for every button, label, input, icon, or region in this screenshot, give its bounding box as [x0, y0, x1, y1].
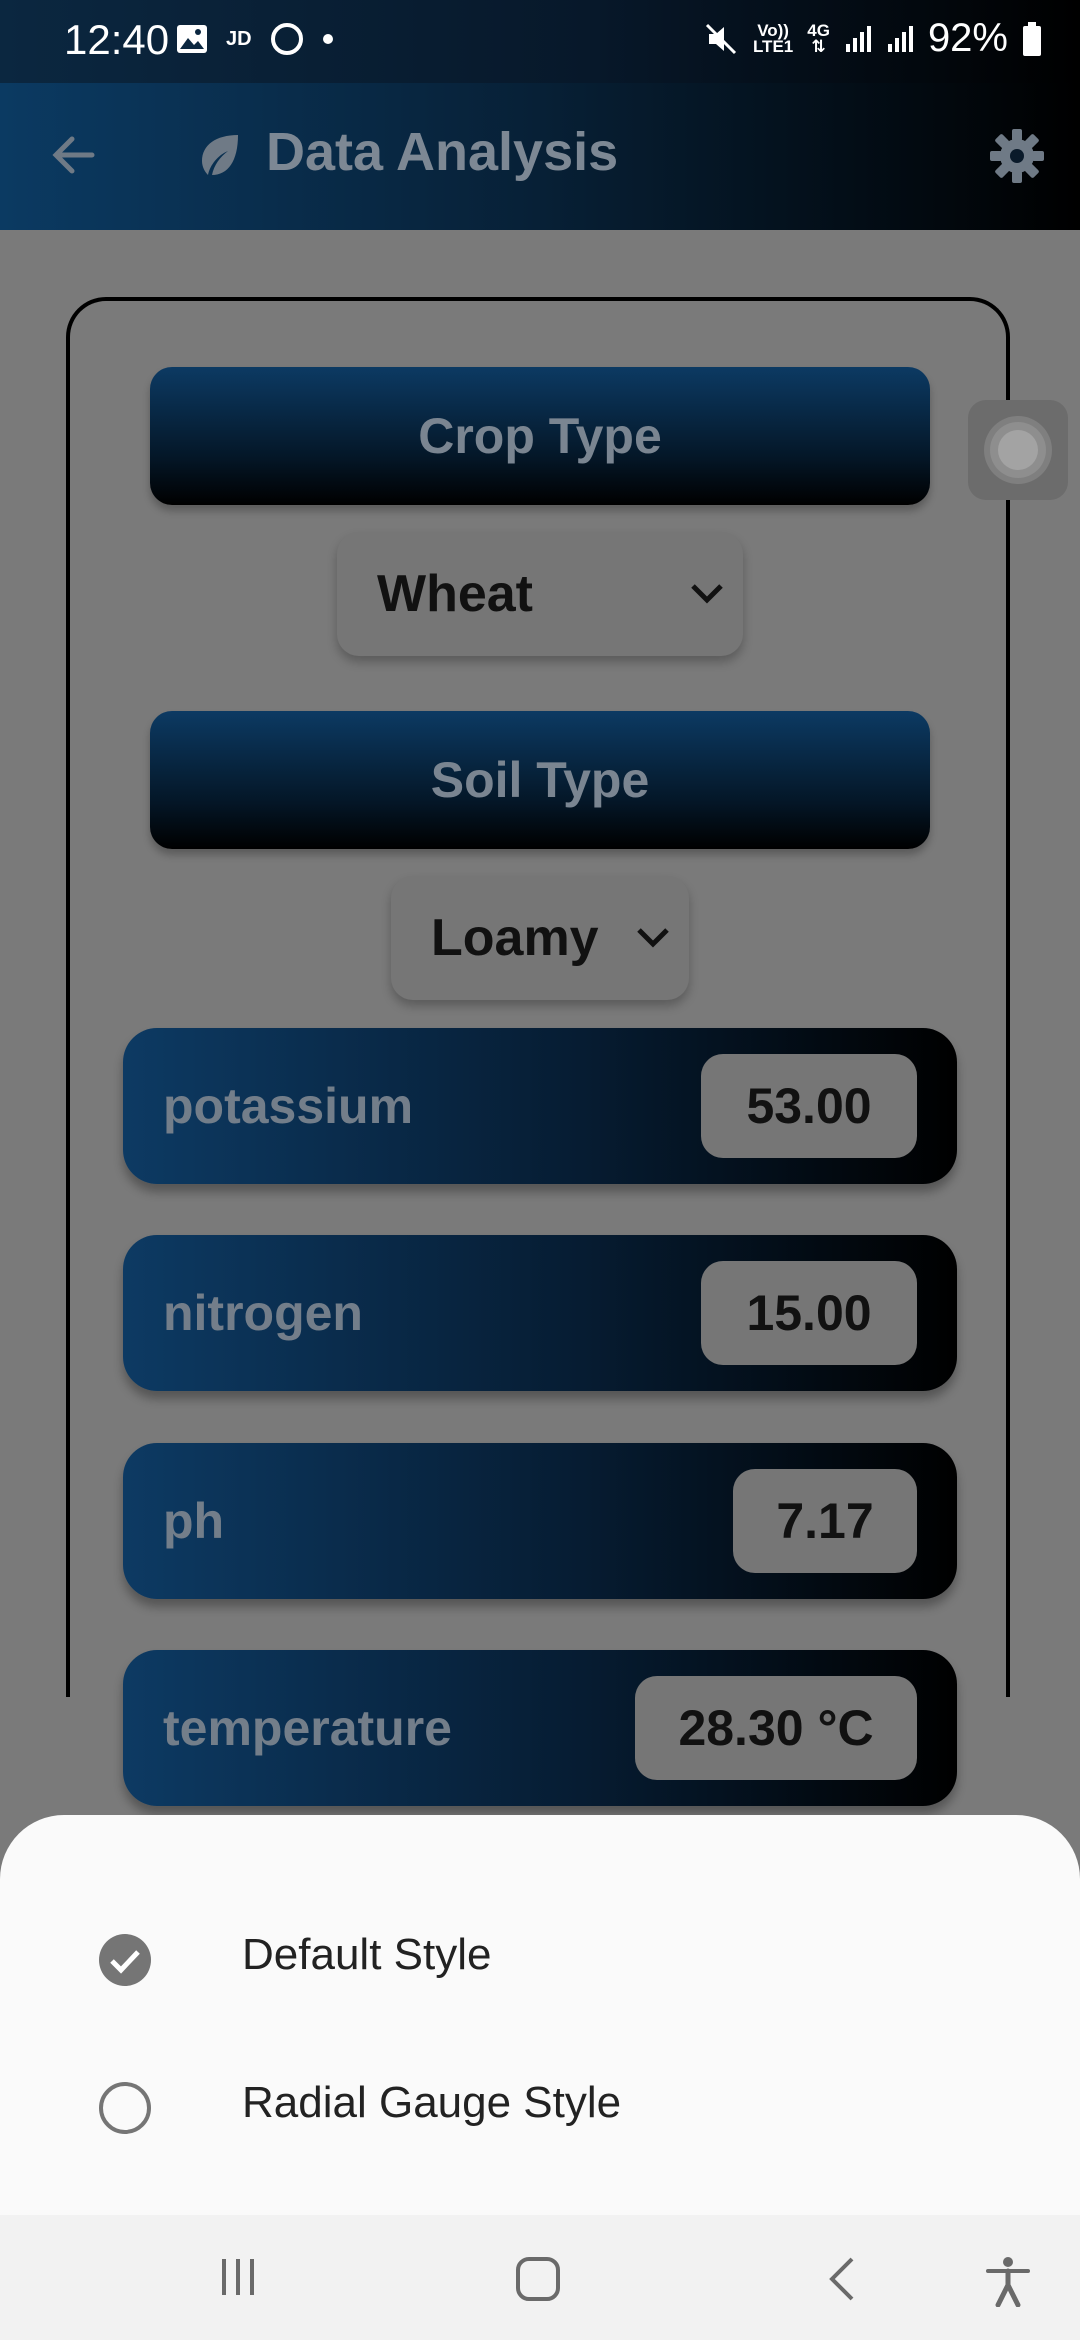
crop-type-button[interactable]: Crop Type: [150, 367, 930, 505]
gallery-icon: [177, 25, 207, 53]
reading-label: temperature: [163, 1700, 452, 1756]
system-nav-bar: [0, 2215, 1080, 2340]
radio-unchecked-icon: [99, 2082, 151, 2134]
gear-icon[interactable]: [988, 127, 1046, 185]
back-arrow-icon[interactable]: [48, 129, 100, 181]
status-bar: 12:40 JD Vo)) LTE1 4G ⇅ 92%: [0, 0, 1080, 83]
chevron-down-icon: [637, 928, 669, 948]
reading-row-potassium: potassium 53.00: [123, 1028, 957, 1184]
reading-row-ph: ph 7.17: [123, 1443, 957, 1599]
soil-type-dropdown[interactable]: Loamy: [391, 876, 689, 1000]
reading-value: 28.30 °C: [635, 1676, 917, 1780]
crop-type-dropdown[interactable]: Wheat: [337, 532, 743, 656]
carrier-badge: JD: [226, 28, 252, 50]
status-notification-icons: JD: [176, 22, 334, 56]
status-time: 12:40: [64, 16, 170, 63]
network-indicator: 4G ⇅: [807, 22, 830, 56]
style-picker-sheet: Default Style Radial Gauge Style: [0, 1815, 1080, 2215]
app-bar: Data Analysis: [0, 83, 1080, 230]
reading-label: ph: [163, 1493, 225, 1549]
accessibility-icon[interactable]: [984, 2255, 1032, 2307]
signal-icon-2: [887, 25, 913, 52]
reading-value: 53.00: [701, 1054, 917, 1158]
reading-row-nitrogen: nitrogen 15.00: [123, 1235, 957, 1391]
option-label: Default Style: [242, 1930, 492, 1979]
assistive-touch-icon: [990, 422, 1046, 478]
volte-bottom-text: LTE1: [752, 36, 794, 56]
battery-percent: 92%: [927, 16, 1008, 60]
check-circle-icon: [99, 1934, 151, 1986]
circle-status-icon: [270, 23, 303, 55]
soil-type-label: Soil Type: [430, 752, 650, 808]
reading-label: nitrogen: [163, 1285, 363, 1341]
battery-icon: [1023, 21, 1041, 56]
status-system-icons: Vo)) LTE1 4G ⇅ 92%: [703, 16, 1042, 61]
reading-value: 15.00: [701, 1261, 917, 1365]
volte-indicator: Vo)) LTE1: [752, 22, 794, 56]
signal-icon: [845, 25, 871, 52]
leaf-icon: [202, 135, 238, 175]
mute-icon: [705, 23, 736, 54]
dot-icon: [322, 34, 333, 44]
page-title: Data Analysis: [266, 122, 619, 182]
option-label: Radial Gauge Style: [242, 2078, 622, 2127]
chevron-down-icon: [691, 584, 723, 604]
option-radial-gauge-style[interactable]: Radial Gauge Style: [0, 2048, 1080, 2168]
assistive-touch-button[interactable]: [968, 400, 1068, 500]
reading-label: potassium: [163, 1078, 414, 1134]
back-nav-icon[interactable]: [822, 2255, 862, 2303]
home-icon[interactable]: [514, 2255, 562, 2303]
data-arrows-icon: ⇅: [811, 36, 826, 56]
crop-type-label: Crop Type: [418, 408, 662, 464]
reading-row-temperature: temperature 28.30 °C: [123, 1650, 957, 1806]
soil-type-value: Loamy: [431, 909, 599, 967]
crop-type-value: Wheat: [377, 565, 533, 623]
soil-type-button[interactable]: Soil Type: [150, 711, 930, 849]
recent-apps-icon[interactable]: [216, 2255, 260, 2299]
option-default-style[interactable]: Default Style: [0, 1900, 1080, 2020]
reading-value: 7.17: [733, 1469, 917, 1573]
